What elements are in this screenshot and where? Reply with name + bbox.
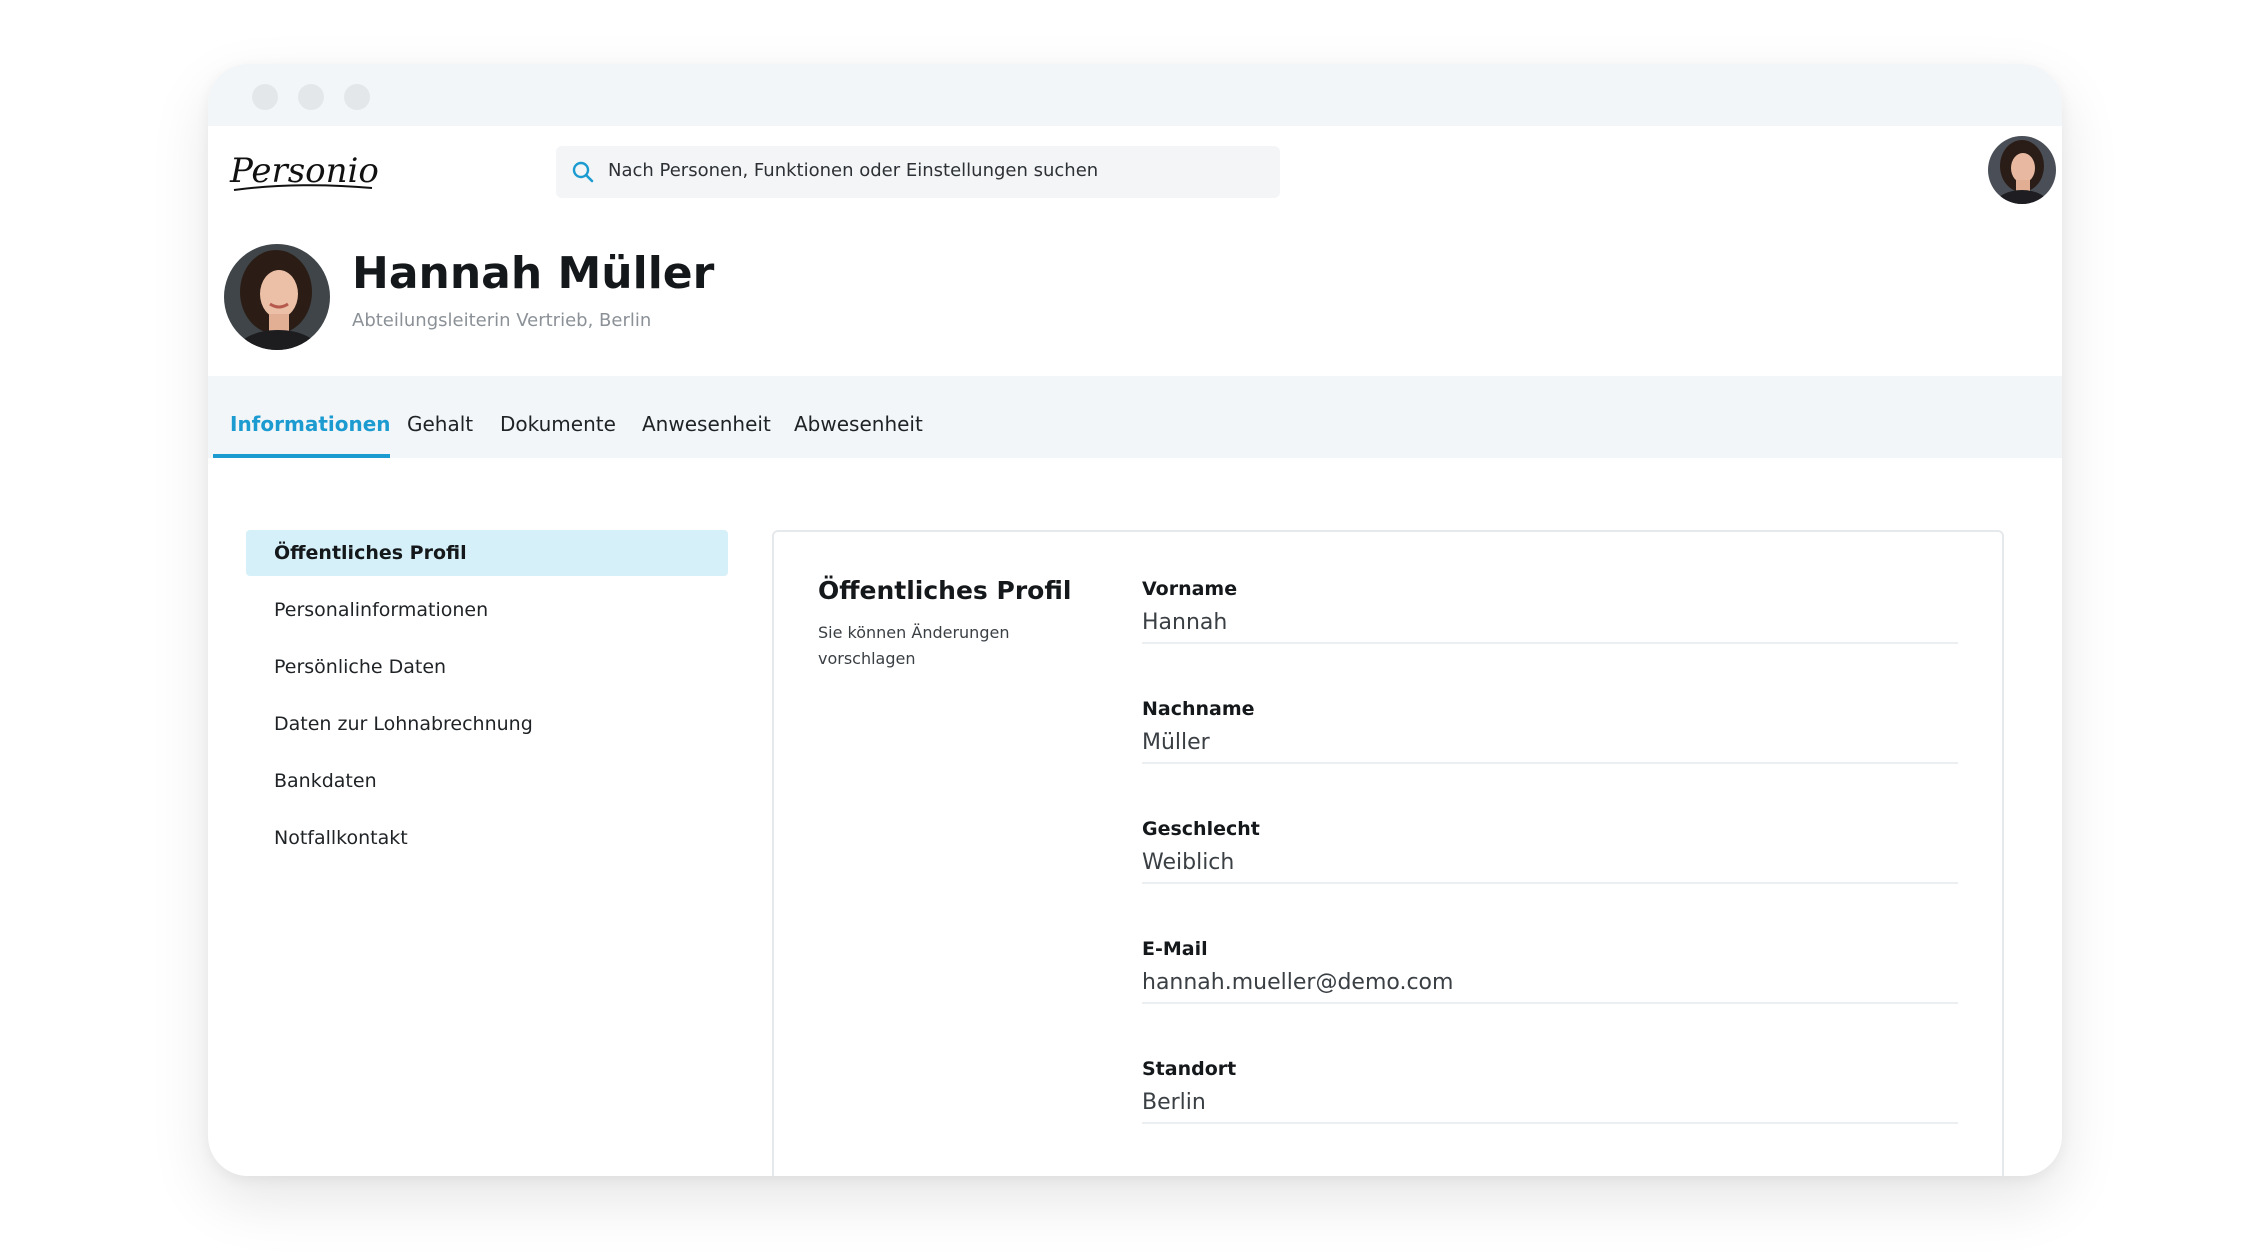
employee-role: Abteilungsleiterin Vertrieb, Berlin xyxy=(352,310,652,331)
window-close-button[interactable] xyxy=(252,84,278,110)
personio-logo[interactable]: Personio xyxy=(228,144,378,200)
field-value: hannah.mueller@demo.com xyxy=(1142,970,1454,995)
window-titlebar xyxy=(208,64,2062,126)
field-label: Geschlecht xyxy=(1142,818,1260,840)
tab-dokumente[interactable]: Dokumente xyxy=(500,412,616,458)
field-value: Müller xyxy=(1142,730,1210,755)
tab-anwesenheit[interactable]: Anwesenheit xyxy=(642,412,771,458)
tab-label: Gehalt xyxy=(407,412,474,436)
profile-header: Hannah Müller Abteilungsleiterin Vertrie… xyxy=(208,214,2062,378)
window-maximize-button[interactable] xyxy=(344,84,370,110)
field-label: Nachname xyxy=(1142,698,1255,720)
tab-bar: Informationen Gehalt Dokumente Anwesenhe… xyxy=(208,376,2062,458)
sidebar-item-notfallkontakt[interactable]: Notfallkontakt xyxy=(246,815,728,861)
window-minimize-button[interactable] xyxy=(298,84,324,110)
field-label: E-Mail xyxy=(1142,938,1208,960)
search-input[interactable]: Nach Personen, Funktionen oder Einstellu… xyxy=(556,146,1280,198)
field-value: Weiblich xyxy=(1142,850,1235,875)
profile-avatar xyxy=(224,244,330,350)
profile-card: Öffentliches Profil Sie können Änderunge… xyxy=(772,530,2004,1176)
field-geschlecht[interactable]: Geschlecht Weiblich xyxy=(1142,766,1958,884)
field-standort[interactable]: Standort Berlin xyxy=(1142,1006,1958,1124)
tab-label: Dokumente xyxy=(500,412,616,436)
field-email[interactable]: E-Mail hannah.mueller@demo.com xyxy=(1142,886,1958,1004)
field-nachname[interactable]: Nachname Müller xyxy=(1142,646,1958,764)
employee-name: Hannah Müller xyxy=(352,248,715,299)
active-tab-indicator xyxy=(213,454,390,458)
tab-abwesenheit[interactable]: Abwesenheit xyxy=(794,412,923,458)
tab-label: Abwesenheit xyxy=(794,412,923,436)
tab-label: Informationen xyxy=(230,412,391,436)
sidebar-item-oeffentliches-profil[interactable]: Öffentliches Profil xyxy=(246,530,728,576)
profile-avatar-image xyxy=(224,244,330,350)
tab-label: Anwesenheit xyxy=(642,412,771,436)
avatar-image xyxy=(1988,136,2056,204)
field-value: Hannah xyxy=(1142,610,1228,635)
tab-informationen[interactable]: Informationen xyxy=(230,412,391,458)
sidebar-item-bankdaten[interactable]: Bankdaten xyxy=(246,758,728,804)
search-placeholder: Nach Personen, Funktionen oder Einstellu… xyxy=(608,160,1099,181)
card-title: Öffentliches Profil xyxy=(818,576,1072,605)
search-icon xyxy=(572,161,594,183)
field-vorname[interactable]: Vorname Hannah xyxy=(1142,526,1958,644)
field-label: Standort xyxy=(1142,1058,1237,1080)
card-subtitle: Sie können Änderungen vorschlagen xyxy=(818,623,1010,668)
tab-gehalt[interactable]: Gehalt xyxy=(407,412,473,458)
app-window: Personio Nach Personen, Funktionen oder … xyxy=(208,64,2062,1176)
sidebar-item-personalinformationen[interactable]: Personalinformationen xyxy=(246,587,728,633)
field-label: Vorname xyxy=(1142,578,1238,600)
user-avatar[interactable] xyxy=(1988,136,2056,204)
field-value: Berlin xyxy=(1142,1090,1206,1115)
sidebar-item-persoenliche-daten[interactable]: Persönliche Daten xyxy=(246,644,728,690)
sidebar-item-lohnabrechnung[interactable]: Daten zur Lohnabrechnung xyxy=(246,701,728,747)
